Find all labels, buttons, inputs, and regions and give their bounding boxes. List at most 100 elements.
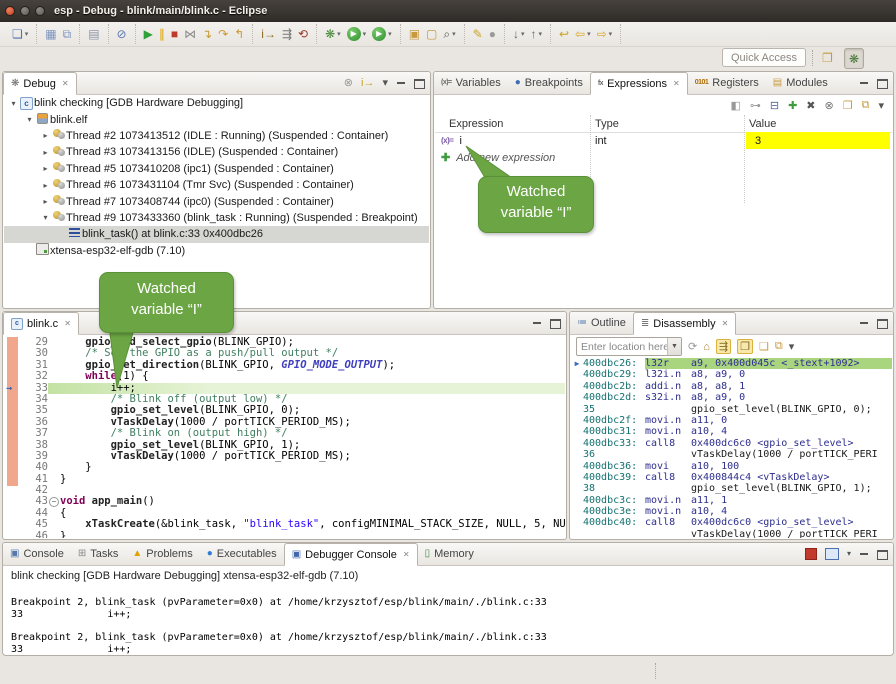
editor-line[interactable]: 46} bbox=[4, 531, 565, 538]
tab-debug[interactable]: ❋ Debug ✕ bbox=[3, 72, 77, 95]
view-menu-button[interactable]: ▾ bbox=[789, 340, 795, 353]
maximize-view-button[interactable] bbox=[877, 79, 887, 88]
editor-line[interactable]: 45 xTaskCreate(&blink_task, "blink_task"… bbox=[4, 519, 565, 530]
debug-tree-row[interactable]: blink_task() at blink.c:33 0x400dbc26 bbox=[4, 226, 429, 242]
display-console-icon[interactable] bbox=[825, 548, 839, 560]
remove-expression-button[interactable]: ✖ bbox=[806, 99, 815, 112]
show-type-names-button[interactable]: ◧ bbox=[730, 99, 740, 112]
previous-annotation-button[interactable]: ↑▾ bbox=[530, 26, 542, 42]
add-expression-button[interactable]: ✚ bbox=[788, 99, 797, 112]
disassembly-listing[interactable]: ▶400dbc26:l32ra9, 0x400d045c <_stext+109… bbox=[571, 358, 892, 538]
minimize-view-button[interactable] bbox=[396, 79, 406, 88]
minimize-view-button[interactable] bbox=[859, 550, 869, 559]
new-view-button[interactable]: ❐ bbox=[843, 99, 853, 112]
external-tools-button[interactable]: ▶▾ bbox=[372, 27, 392, 41]
tab-variables[interactable]: (x)=Variables bbox=[434, 72, 508, 94]
close-icon[interactable]: ✕ bbox=[64, 319, 71, 328]
tab-memory[interactable]: ▯Memory bbox=[418, 543, 481, 565]
disassembly-line[interactable]: 400dbc36:movia10, 100 bbox=[571, 461, 892, 472]
close-icon[interactable]: ✕ bbox=[722, 319, 729, 328]
suspend-button[interactable]: ∥ bbox=[159, 26, 165, 42]
tree-expander-icon[interactable]: ▾ bbox=[40, 213, 51, 222]
debug-tree-row[interactable]: ▾blink.elf bbox=[4, 111, 429, 127]
tab-executables[interactable]: ●Executables bbox=[200, 543, 284, 565]
show-logical-structures-button[interactable]: ⊶ bbox=[750, 99, 761, 112]
disassembly-line[interactable]: vTaskDelay(1000 / portTICK PERI bbox=[571, 529, 892, 538]
terminate-console-button[interactable] bbox=[805, 548, 817, 560]
disassembly-line[interactable]: 400dbc40:call80x400dc6c0 <gpio_set_level… bbox=[571, 517, 892, 528]
home-button[interactable]: ⌂ bbox=[703, 341, 710, 353]
restart-button[interactable]: ⟲ bbox=[298, 26, 308, 42]
location-combo[interactable]: Enter location here ▼ bbox=[576, 337, 682, 356]
expression-row[interactable]: (x)=iint3 bbox=[435, 132, 892, 149]
window-maximize-button[interactable] bbox=[35, 6, 45, 16]
disassembly-line[interactable]: 400dbc2d:s32i.na8, a9, 0 bbox=[571, 392, 892, 403]
expression-cell[interactable]: (x)=i bbox=[441, 132, 462, 149]
fold-collapse-icon[interactable]: − bbox=[49, 497, 59, 507]
open-element-button[interactable]: ▣ bbox=[409, 26, 420, 42]
disassembly-line[interactable]: 400dbc2f:movi.na11, 0 bbox=[571, 415, 892, 426]
last-edit-location-button[interactable]: ↩ bbox=[559, 26, 569, 42]
print-button[interactable]: ▤ bbox=[88, 26, 99, 42]
column-value[interactable]: Value bbox=[749, 115, 776, 132]
terminate-button[interactable]: ■ bbox=[171, 26, 178, 42]
disassembly-line[interactable]: 400dbc29:l32i.na8, a9, 0 bbox=[571, 369, 892, 380]
disassembly-line[interactable]: 400dbc31:movi.na10, 4 bbox=[571, 426, 892, 437]
close-icon[interactable]: ✕ bbox=[403, 550, 410, 559]
dropdown-arrow-icon[interactable]: ▾ bbox=[452, 30, 456, 38]
minimize-view-button[interactable] bbox=[532, 319, 542, 328]
debug-perspective-button[interactable]: ❋ bbox=[844, 48, 864, 69]
disassembly-line[interactable]: ▶400dbc26:l32ra9, 0x400d045c <_stext+109… bbox=[571, 358, 892, 369]
save-button[interactable]: ▦ bbox=[45, 26, 56, 42]
open-new-view-button[interactable]: ⧉ bbox=[775, 340, 783, 353]
tree-expander-icon[interactable]: ▾ bbox=[8, 99, 19, 108]
tree-expander-icon[interactable]: ▸ bbox=[40, 131, 51, 140]
track-expression-button[interactable]: ❐ bbox=[737, 339, 753, 354]
tab-expressions[interactable]: fxExpressions✕ bbox=[590, 72, 688, 95]
close-icon[interactable]: ✕ bbox=[673, 79, 680, 88]
tree-expander-icon[interactable]: ▸ bbox=[40, 197, 51, 206]
column-expression[interactable]: Expression bbox=[449, 115, 503, 132]
refresh-button[interactable]: ⟳ bbox=[688, 340, 697, 353]
instruction-stepping-button[interactable]: i→ bbox=[361, 77, 374, 89]
tab-tasks[interactable]: ⊞Tasks bbox=[71, 543, 126, 565]
tab-blink-c[interactable]: c blink.c ✕ bbox=[3, 312, 79, 335]
debug-tree-row[interactable]: ▸Thread #6 1073431104 (Tmr Svc) (Suspend… bbox=[4, 177, 429, 193]
link-with-editor-button[interactable]: ● bbox=[489, 26, 496, 42]
maximize-view-button[interactable] bbox=[877, 550, 887, 559]
tab-breakpoints[interactable]: ●Breakpoints bbox=[508, 72, 590, 94]
dropdown-arrow-icon[interactable]: ▾ bbox=[388, 30, 392, 38]
tab-modules[interactable]: ▤Modules bbox=[766, 72, 835, 94]
debug-tree-row[interactable]: ▸Thread #3 1073413156 (IDLE) (Suspended … bbox=[4, 144, 429, 160]
open-resource-button[interactable]: ▢ bbox=[426, 26, 437, 42]
forward-button[interactable]: ⇨▾ bbox=[597, 26, 613, 42]
step-over-button[interactable]: ↷ bbox=[218, 26, 228, 42]
debug-button[interactable]: ❋▾ bbox=[325, 26, 341, 42]
save-all-button[interactable]: ⧉ bbox=[63, 26, 72, 42]
disassembly-line[interactable]: 400dbc39:call80x400844c4 <vTaskDelay> bbox=[571, 472, 892, 483]
close-icon[interactable]: ✕ bbox=[62, 79, 69, 88]
debug-tree-row[interactable]: ▾cblink checking [GDB Hardware Debugging… bbox=[4, 95, 429, 111]
disassembly-line[interactable]: 35gpio_set_level(BLINK_GPIO, 0); bbox=[571, 404, 892, 415]
resume-button[interactable]: ▶ bbox=[144, 26, 153, 42]
skip-all-breakpoints-button[interactable]: ⊘ bbox=[117, 26, 127, 42]
editor-line[interactable]: 40 } bbox=[4, 462, 565, 473]
quick-access-button[interactable]: Quick Access bbox=[722, 48, 806, 67]
remove-all-terminated-button[interactable]: ⊗ bbox=[344, 77, 353, 89]
tab-registers[interactable]: 0101Registers bbox=[688, 72, 766, 94]
instruction-stepping-mode-button[interactable]: i→ bbox=[261, 26, 276, 42]
maximize-view-button[interactable] bbox=[414, 79, 424, 88]
dropdown-arrow-icon[interactable]: ▾ bbox=[587, 30, 591, 38]
tree-expander-icon[interactable]: ▸ bbox=[40, 148, 51, 157]
tab-outline[interactable]: ≔Outline bbox=[570, 312, 633, 334]
new-view-button[interactable]: ❏ bbox=[759, 340, 769, 353]
run-button[interactable]: ▶▾ bbox=[347, 27, 367, 41]
tab-debugger-console[interactable]: ▣Debugger Console✕ bbox=[284, 543, 418, 566]
minimize-view-button[interactable] bbox=[859, 319, 869, 328]
collapse-all-button[interactable]: ⊟ bbox=[770, 99, 779, 112]
editor-line[interactable]: 41} bbox=[4, 474, 565, 485]
editor-line[interactable]: 43−void app_main() bbox=[4, 496, 565, 507]
column-type[interactable]: Type bbox=[595, 115, 619, 132]
minimize-view-button[interactable] bbox=[859, 79, 869, 88]
search-button[interactable]: ⌕▾ bbox=[443, 26, 455, 42]
